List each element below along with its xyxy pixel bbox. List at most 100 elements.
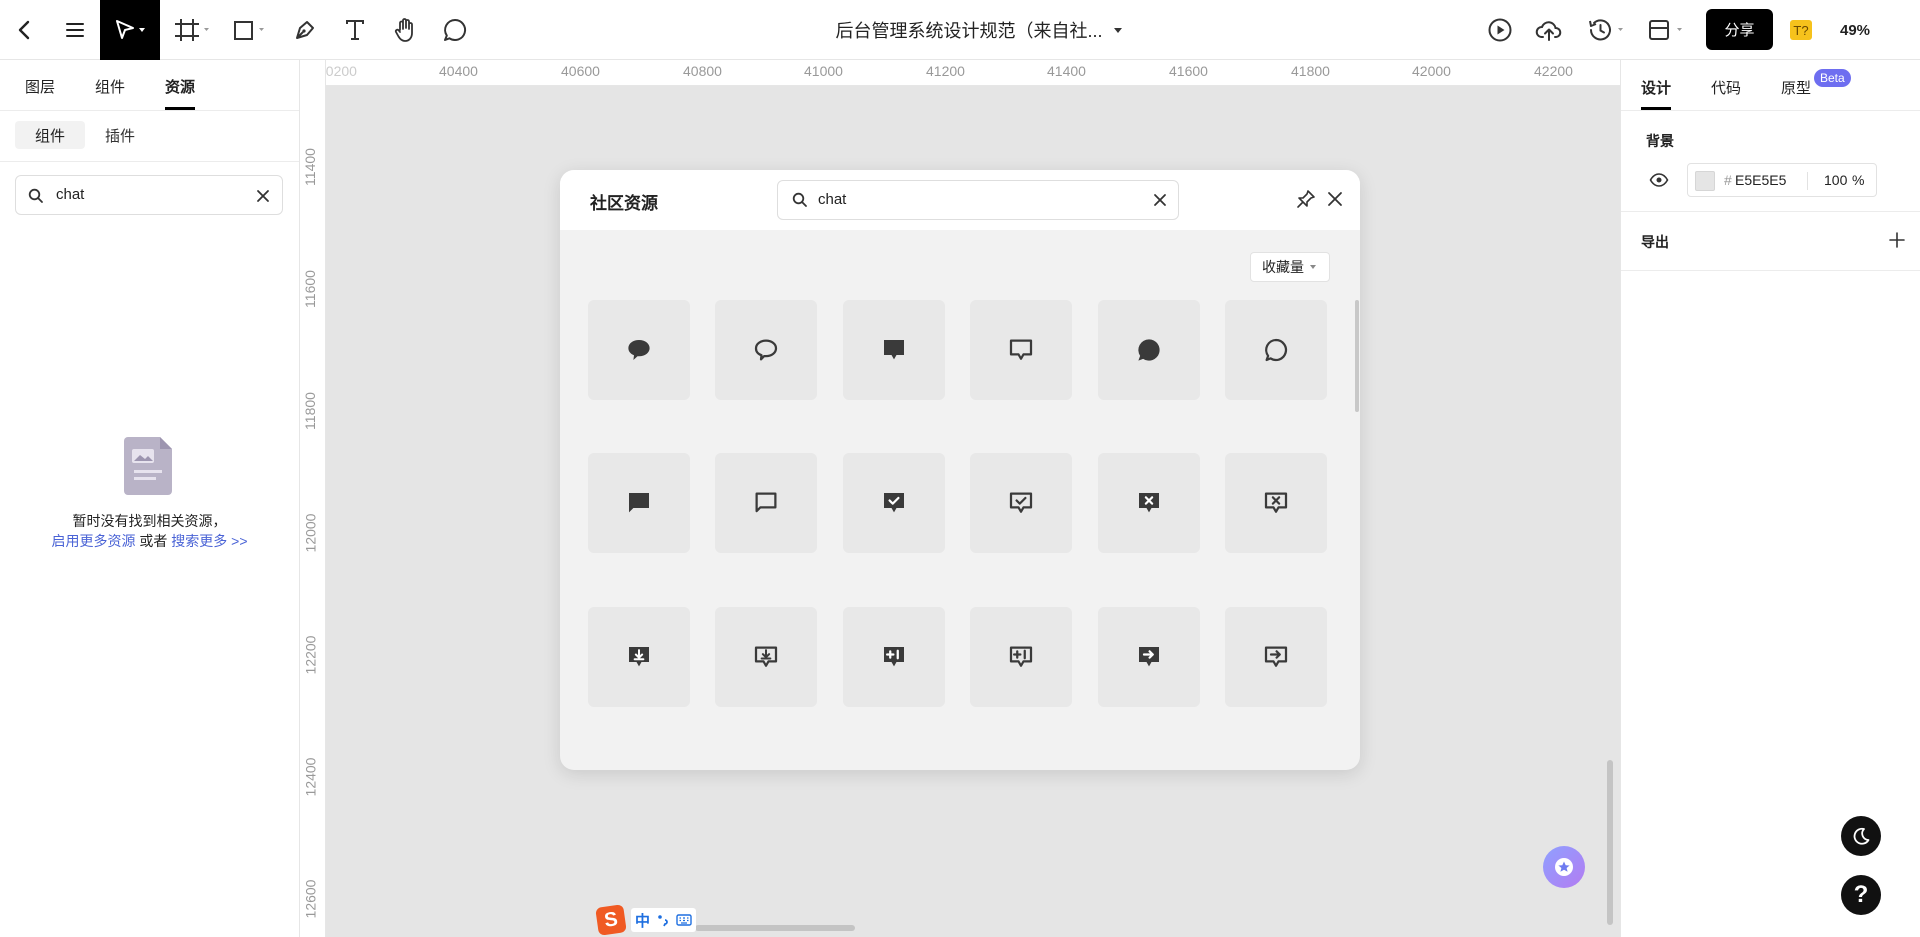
dark-mode-button[interactable] <box>1841 816 1881 856</box>
shape-tool-button[interactable] <box>230 0 270 60</box>
history-button[interactable] <box>1585 0 1629 60</box>
help-button[interactable]: ? <box>1841 875 1881 915</box>
layout-icon <box>1649 20 1682 40</box>
tab-code[interactable]: 代码 <box>1711 77 1741 98</box>
ruler-label: 40400 <box>439 63 478 79</box>
sort-dropdown[interactable]: 收藏量 <box>1250 252 1330 282</box>
chat-round-filled-icon[interactable] <box>1098 300 1200 400</box>
text-tool-button[interactable] <box>340 0 370 60</box>
ruler-label: 40600 <box>561 63 600 79</box>
chat-download-filled-icon[interactable] <box>588 607 690 707</box>
background-title: 背景 <box>1646 133 1674 149</box>
divider <box>1621 110 1920 111</box>
left-panel: 图层 组件 资源 组件 插件 chat 暂时没有找到相关资源， 启用更多资源 或… <box>0 60 300 937</box>
history-icon <box>1589 19 1623 41</box>
chat-check-filled-icon[interactable] <box>843 453 945 553</box>
assistant-button[interactable] <box>1543 846 1585 888</box>
chat-outline-icon[interactable] <box>715 453 817 553</box>
vertical-scrollbar[interactable] <box>1607 760 1613 925</box>
chat-plus-filled-icon[interactable] <box>843 607 945 707</box>
punctuation-icon[interactable] <box>656 913 670 927</box>
ruler-label: 12000 <box>302 513 319 553</box>
pin-icon[interactable] <box>1296 189 1316 209</box>
upload-button[interactable] <box>1534 0 1564 60</box>
divider <box>1621 270 1920 271</box>
text-icon <box>346 20 364 40</box>
chat-filled-icon[interactable] <box>588 453 690 553</box>
chat-square-outline-icon[interactable] <box>970 300 1072 400</box>
empty-document-icon <box>124 437 172 495</box>
background-hex-input[interactable]: E5E5E5 <box>1735 172 1786 188</box>
close-icon[interactable] <box>1326 190 1344 208</box>
asset-search-field[interactable]: chat <box>15 175 283 215</box>
document-title[interactable]: 后台管理系统设计规范（来自社... <box>780 0 1180 60</box>
pen-tool-button[interactable] <box>290 0 320 60</box>
ruler-label: 42200 <box>1534 63 1573 79</box>
hand-icon <box>394 18 413 42</box>
tab-layers[interactable]: 图层 <box>25 76 55 97</box>
menu-icon[interactable] <box>60 0 90 60</box>
community-search-input[interactable]: chat <box>818 191 846 208</box>
layout-button[interactable] <box>1645 0 1689 60</box>
add-icon[interactable] <box>1889 232 1905 248</box>
frame-tool-button[interactable] <box>172 0 212 60</box>
right-panel: 设计 代码 原型 Beta 背景 # E5E5E5 100 % 导出 ? <box>1620 60 1920 937</box>
subtab-components[interactable]: 组件 <box>15 121 85 149</box>
eye-icon[interactable] <box>1649 173 1669 187</box>
ruler-label: 40800 <box>683 63 722 79</box>
chat-plus-outline-icon[interactable] <box>970 607 1072 707</box>
color-swatch[interactable] <box>1695 171 1715 191</box>
move-tool-button[interactable] <box>100 0 160 60</box>
community-search-field[interactable]: chat <box>777 180 1179 220</box>
subtab-plugins[interactable]: 插件 <box>85 121 155 149</box>
empty-message: 暂时没有找到相关资源， <box>72 513 227 529</box>
chat-forward-filled-icon[interactable] <box>1098 607 1200 707</box>
tab-design[interactable]: 设计 <box>1641 77 1671 98</box>
chat-x-outline-icon[interactable] <box>1225 453 1327 553</box>
divider <box>1807 172 1808 190</box>
ime-language[interactable]: 中 <box>635 910 650 931</box>
panel-scrollbar[interactable] <box>1355 300 1359 412</box>
share-button[interactable]: 分享 <box>1706 9 1773 50</box>
chat-bubble-outline-icon[interactable] <box>715 300 817 400</box>
play-button[interactable] <box>1485 0 1515 60</box>
clear-icon[interactable] <box>1153 193 1167 207</box>
ruler-label: 12200 <box>302 635 319 675</box>
tab-components[interactable]: 组件 <box>95 76 125 97</box>
back-icon[interactable] <box>10 0 40 60</box>
horizontal-ruler: 40200 40400 40600 40800 41000 41200 4140… <box>300 60 1620 86</box>
comment-tool-button[interactable] <box>440 0 470 60</box>
chevron-down-icon <box>1113 28 1122 33</box>
chat-round-outline-icon[interactable] <box>1225 300 1327 400</box>
tab-prototype[interactable]: 原型 <box>1781 77 1811 98</box>
chat-download-outline-icon[interactable] <box>715 607 817 707</box>
clear-icon[interactable] <box>256 189 270 203</box>
hash-label: # <box>1724 172 1732 188</box>
enable-more-resources-link[interactable]: 启用更多资源 <box>51 533 135 549</box>
background-opacity-input[interactable]: 100 <box>1824 172 1847 188</box>
ruler-label: 12400 <box>302 757 319 797</box>
missing-font-badge[interactable]: T? <box>1790 20 1812 40</box>
chat-check-outline-icon[interactable] <box>970 453 1072 553</box>
search-more-link[interactable]: 搜索更多 >> <box>171 533 247 549</box>
zoom-level[interactable]: 49% <box>1830 0 1880 60</box>
ime-logo[interactable]: S <box>595 904 627 936</box>
divider <box>0 110 299 111</box>
tab-assets[interactable]: 资源 <box>165 76 195 97</box>
keyboard-icon[interactable] <box>676 913 692 927</box>
chat-x-filled-icon[interactable] <box>1098 453 1200 553</box>
chat-square-filled-icon[interactable] <box>843 300 945 400</box>
chevron-down-icon <box>1310 265 1316 269</box>
moon-icon <box>1853 827 1870 845</box>
frame-icon <box>175 19 209 41</box>
chat-forward-outline-icon[interactable] <box>1225 607 1327 707</box>
community-resources-panel: 社区资源 chat 收藏量 <box>560 170 1360 770</box>
background-color-field[interactable]: # E5E5E5 100 % <box>1687 163 1877 197</box>
ruler-label: 42000 <box>1412 63 1451 79</box>
horizontal-scrollbar[interactable] <box>695 925 855 931</box>
ruler-label: 11400 <box>301 148 318 186</box>
hand-tool-button[interactable] <box>390 0 420 60</box>
chat-bubble-filled-icon[interactable] <box>588 300 690 400</box>
asset-search-input[interactable]: chat <box>56 186 84 203</box>
star-icon <box>1555 858 1573 876</box>
